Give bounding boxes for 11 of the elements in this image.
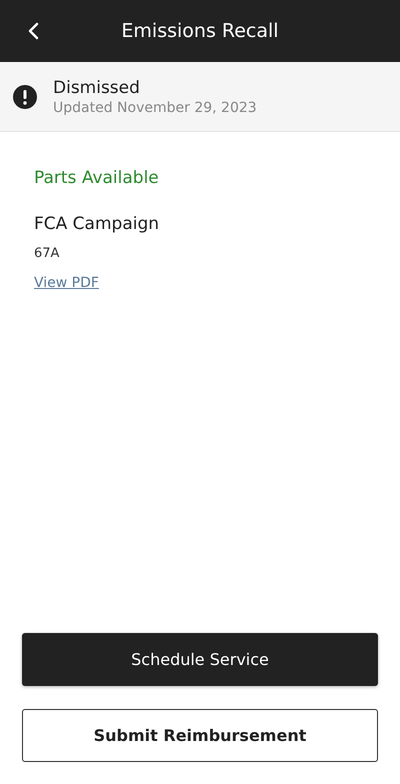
status-title: Dismissed: [53, 78, 141, 98]
campaign-title: FCA Campaign: [34, 214, 160, 234]
view-pdf-link[interactable]: View PDF: [34, 275, 99, 291]
screen-title: Emissions Recall: [121, 20, 279, 42]
alert-icon: [13, 84, 37, 108]
availability-label: Parts Available: [34, 168, 159, 188]
back-icon[interactable]: [27, 22, 39, 40]
campaign-code: 67A: [34, 246, 60, 261]
action-button[interactable]: Submit Reimbursement: [22, 709, 378, 762]
action-button[interactable]: Schedule Service: [22, 633, 378, 686]
updated-date: Updated November 29, 2023: [53, 100, 257, 116]
